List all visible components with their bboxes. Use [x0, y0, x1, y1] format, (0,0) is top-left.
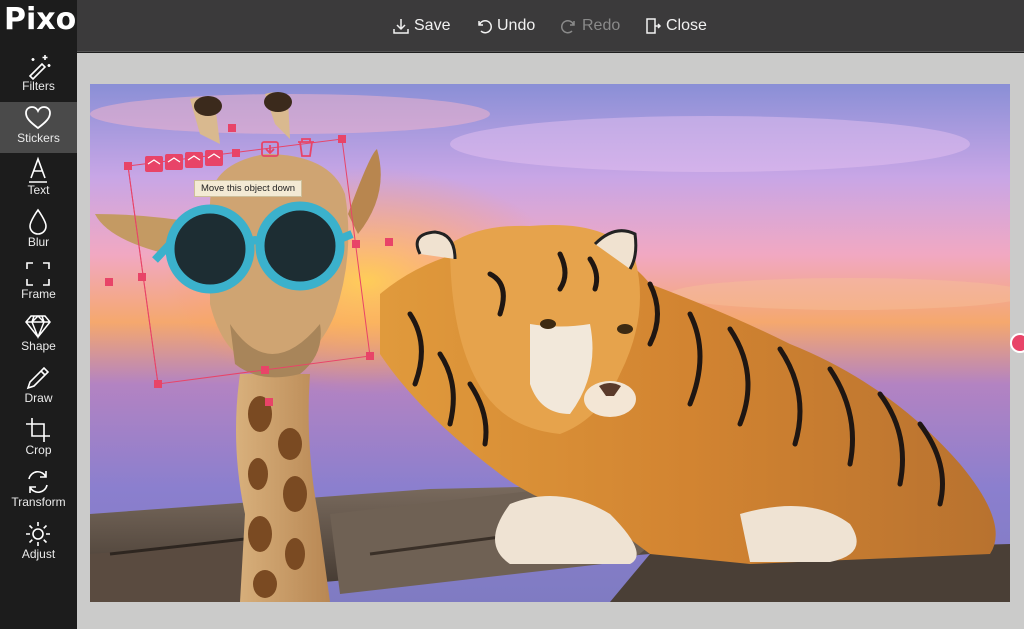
photo-canvas[interactable]: [90, 84, 1010, 602]
undo-icon: [478, 20, 492, 34]
sidebar: Pixo Filters Stickers Text Blur Frame Sh…: [0, 0, 77, 629]
sidebar-item-shape[interactable]: Shape: [0, 310, 77, 361]
sidebar-item-label: Frame: [21, 287, 56, 301]
sidebar-item-crop[interactable]: Crop: [0, 414, 77, 465]
close-label: Close: [666, 17, 707, 34]
sidebar-item-transform[interactable]: Transform: [0, 466, 77, 517]
save-label: Save: [414, 17, 451, 34]
undo-button[interactable]: Undo: [475, 14, 535, 38]
sidebar-item-filters[interactable]: Filters: [0, 50, 77, 101]
sidebar-item-frame[interactable]: Frame: [0, 258, 77, 309]
move-down-tooltip: Move this object down: [194, 180, 302, 197]
frame-icon: [26, 262, 50, 286]
sidebar-item-label: Adjust: [21, 547, 56, 561]
droplet-icon: [29, 208, 47, 235]
sidebar-item-label: Draw: [24, 391, 53, 405]
pixo-editor: Pixo Filters Stickers Text Blur Frame Sh…: [0, 0, 1024, 629]
sun-icon: [26, 522, 50, 546]
redo-label: Redo: [582, 17, 621, 34]
text-icon: [29, 156, 47, 183]
save-button[interactable]: Save: [392, 14, 450, 38]
app-logo: Pixo: [4, 2, 77, 37]
sidebar-item-stickers[interactable]: Stickers: [0, 102, 77, 153]
sidebar-item-text[interactable]: Text: [0, 154, 77, 205]
download-icon: [393, 19, 409, 34]
sidebar-item-adjust[interactable]: Adjust: [0, 518, 77, 569]
close-button[interactable]: Close: [644, 14, 707, 38]
sidebar-item-label: Blur: [27, 235, 50, 249]
undo-label: Undo: [497, 17, 536, 34]
sidebar-item-draw[interactable]: Draw: [0, 362, 77, 413]
magic-wand-icon: [28, 55, 51, 80]
sidebar-item-label: Text: [27, 183, 50, 197]
sidebar-item-blur[interactable]: Blur: [0, 206, 77, 257]
crop-icon: [26, 418, 50, 442]
sidebar-item-label: Transform: [11, 495, 66, 509]
pencil-icon: [26, 366, 50, 390]
canvas-area: Move this object down: [77, 53, 1024, 629]
diamond-icon: [25, 314, 51, 340]
sidebar-item-label: Shape: [21, 339, 56, 353]
panel-toggle-handle[interactable]: [1010, 333, 1024, 353]
sidebar-item-label: Filters: [22, 79, 55, 93]
heart-icon: [25, 106, 51, 130]
redo-button[interactable]: Redo: [560, 14, 620, 38]
sidebar-item-label: Crop: [25, 443, 52, 457]
transform-icon: [28, 471, 48, 493]
top-toolbar: Save Undo Redo Close: [77, 0, 1024, 52]
redo-icon: [561, 20, 575, 34]
exit-icon: [646, 18, 662, 34]
sidebar-item-label: Stickers: [17, 131, 60, 145]
